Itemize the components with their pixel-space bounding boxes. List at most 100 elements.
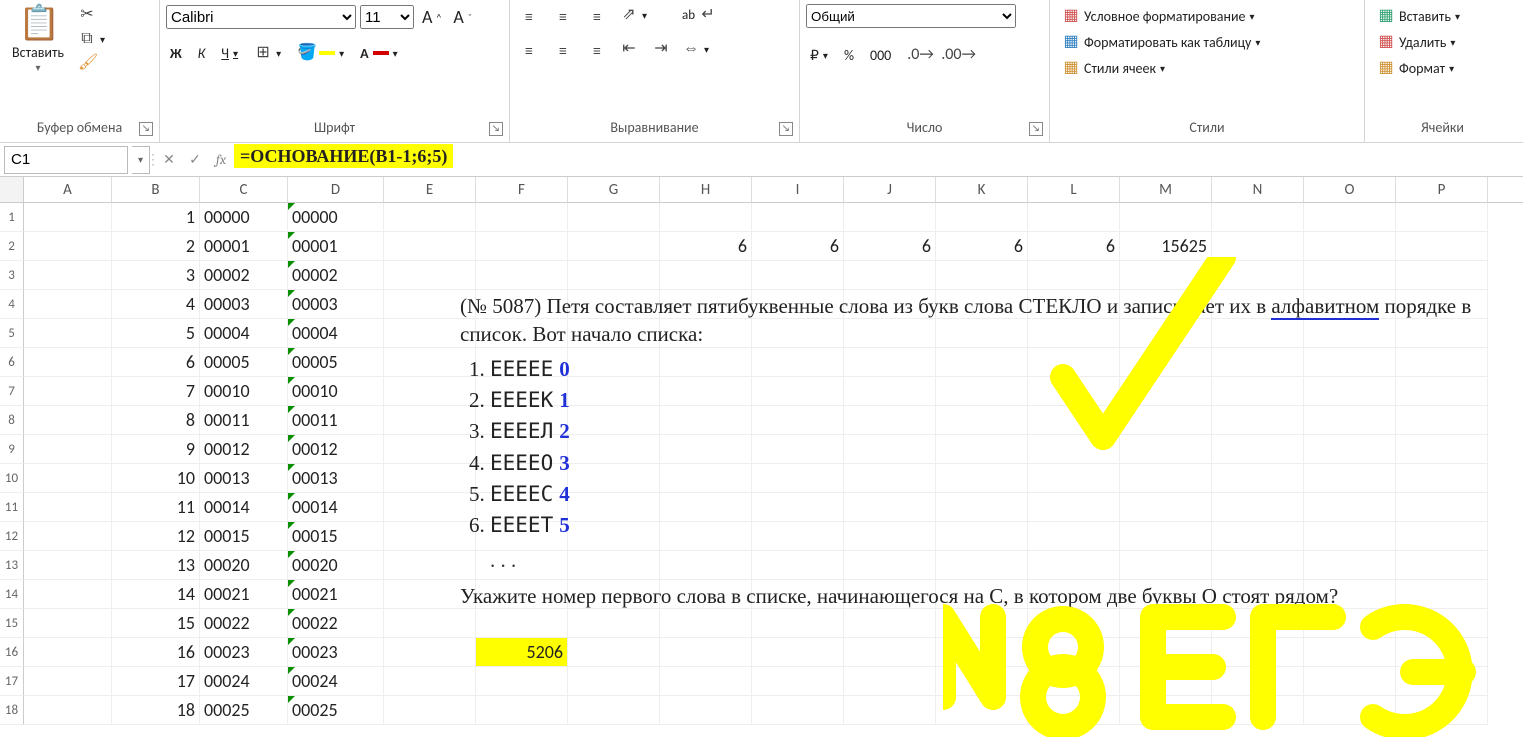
cell-C17[interactable]: 00024 (200, 667, 288, 696)
cell-G8[interactable] (568, 406, 660, 435)
cell-N1[interactable] (1212, 203, 1304, 232)
cell-O5[interactable] (1304, 319, 1396, 348)
cell-F15[interactable] (476, 609, 568, 638)
cell-G18[interactable] (568, 696, 660, 725)
row-header[interactable]: 6 (0, 348, 24, 377)
cell-G2[interactable] (568, 232, 660, 261)
cell-N13[interactable] (1212, 551, 1304, 580)
cell-C12[interactable]: 00015 (200, 522, 288, 551)
cell-N11[interactable] (1212, 493, 1304, 522)
cell-E4[interactable] (384, 290, 476, 319)
cell-N14[interactable] (1212, 580, 1304, 609)
cell-L3[interactable] (1028, 261, 1120, 290)
cell-H6[interactable] (660, 348, 752, 377)
cell-J1[interactable] (844, 203, 936, 232)
cell-G5[interactable] (568, 319, 660, 348)
row-header[interactable]: 3 (0, 261, 24, 290)
cell-F4[interactable] (476, 290, 568, 319)
cell-G15[interactable] (568, 609, 660, 638)
format-as-table-button[interactable]: ▦Форматировать как таблицу ▾ (1056, 30, 1346, 54)
cell-G7[interactable] (568, 377, 660, 406)
col-header-I[interactable]: I (752, 177, 844, 202)
cell-E11[interactable] (384, 493, 476, 522)
cell-M12[interactable] (1120, 522, 1212, 551)
cell-C3[interactable]: 00002 (200, 261, 288, 290)
cell-A10[interactable] (24, 464, 112, 493)
name-box[interactable] (4, 146, 128, 174)
cell-D11[interactable]: 00014 (288, 493, 384, 522)
cell-B15[interactable]: 15 (112, 609, 200, 638)
cell-K7[interactable] (936, 377, 1028, 406)
cell-K10[interactable] (936, 464, 1028, 493)
cell-O1[interactable] (1304, 203, 1396, 232)
cell-C6[interactable]: 00005 (200, 348, 288, 377)
row-header[interactable]: 11 (0, 493, 24, 522)
cell-F10[interactable] (476, 464, 568, 493)
cell-H1[interactable] (660, 203, 752, 232)
cell-styles-button[interactable]: ▦Стили ячеек ▾ (1056, 56, 1346, 80)
cell-K9[interactable] (936, 435, 1028, 464)
cell-F13[interactable] (476, 551, 568, 580)
cell-K17[interactable] (936, 667, 1028, 696)
cell-D6[interactable]: 00005 (288, 348, 384, 377)
cell-B18[interactable]: 18 (112, 696, 200, 725)
col-header-F[interactable]: F (476, 177, 568, 202)
cell-P5[interactable] (1396, 319, 1488, 348)
cell-N6[interactable] (1212, 348, 1304, 377)
cell-H10[interactable] (660, 464, 752, 493)
col-header-D[interactable]: D (288, 177, 384, 202)
cell-B4[interactable]: 4 (112, 290, 200, 319)
row-header[interactable]: 2 (0, 232, 24, 261)
cell-E17[interactable] (384, 667, 476, 696)
format-painter-button[interactable]: 🖌 (74, 52, 109, 74)
cell-O7[interactable] (1304, 377, 1396, 406)
cell-E1[interactable] (384, 203, 476, 232)
cell-J12[interactable] (844, 522, 936, 551)
cell-O11[interactable] (1304, 493, 1396, 522)
cell-L8[interactable] (1028, 406, 1120, 435)
cell-I16[interactable] (752, 638, 844, 667)
cell-M16[interactable] (1120, 638, 1212, 667)
clipboard-launcher[interactable]: ↘ (139, 122, 153, 136)
cell-K18[interactable] (936, 696, 1028, 725)
cell-M11[interactable] (1120, 493, 1212, 522)
increase-font-button[interactable]: A^ (418, 4, 445, 30)
cell-L10[interactable] (1028, 464, 1120, 493)
cell-J7[interactable] (844, 377, 936, 406)
col-header-N[interactable]: N (1212, 177, 1304, 202)
cell-O16[interactable] (1304, 638, 1396, 667)
cell-B6[interactable]: 6 (112, 348, 200, 377)
cell-M15[interactable] (1120, 609, 1212, 638)
cell-O13[interactable] (1304, 551, 1396, 580)
cell-J2[interactable]: 6 (844, 232, 936, 261)
cell-B3[interactable]: 3 (112, 261, 200, 290)
align-left-button[interactable]: ≡ (516, 38, 544, 66)
cell-A3[interactable] (24, 261, 112, 290)
cell-H14[interactable] (660, 580, 752, 609)
cell-O2[interactable] (1304, 232, 1396, 261)
cell-H17[interactable] (660, 667, 752, 696)
cell-K12[interactable] (936, 522, 1028, 551)
cell-H9[interactable] (660, 435, 752, 464)
cell-C8[interactable]: 00011 (200, 406, 288, 435)
cell-A6[interactable] (24, 348, 112, 377)
col-header-B[interactable]: B (112, 177, 200, 202)
merge-cells-button[interactable]: ⇔▾ (678, 38, 713, 60)
cell-F11[interactable] (476, 493, 568, 522)
cell-P7[interactable] (1396, 377, 1488, 406)
cell-J14[interactable] (844, 580, 936, 609)
cell-G4[interactable] (568, 290, 660, 319)
cell-M3[interactable] (1120, 261, 1212, 290)
cell-L9[interactable] (1028, 435, 1120, 464)
cell-M13[interactable] (1120, 551, 1212, 580)
delete-cells-button[interactable]: ▦Удалить ▾ (1371, 30, 1491, 54)
cell-D5[interactable]: 00004 (288, 319, 384, 348)
conditional-formatting-button[interactable]: ▦Условное форматирование ▾ (1056, 4, 1346, 28)
cell-F7[interactable] (476, 377, 568, 406)
cell-P8[interactable] (1396, 406, 1488, 435)
cell-I1[interactable] (752, 203, 844, 232)
cell-K5[interactable] (936, 319, 1028, 348)
decrease-decimal-button[interactable]: .00→ (937, 44, 963, 66)
row-header[interactable]: 4 (0, 290, 24, 319)
cell-B14[interactable]: 14 (112, 580, 200, 609)
